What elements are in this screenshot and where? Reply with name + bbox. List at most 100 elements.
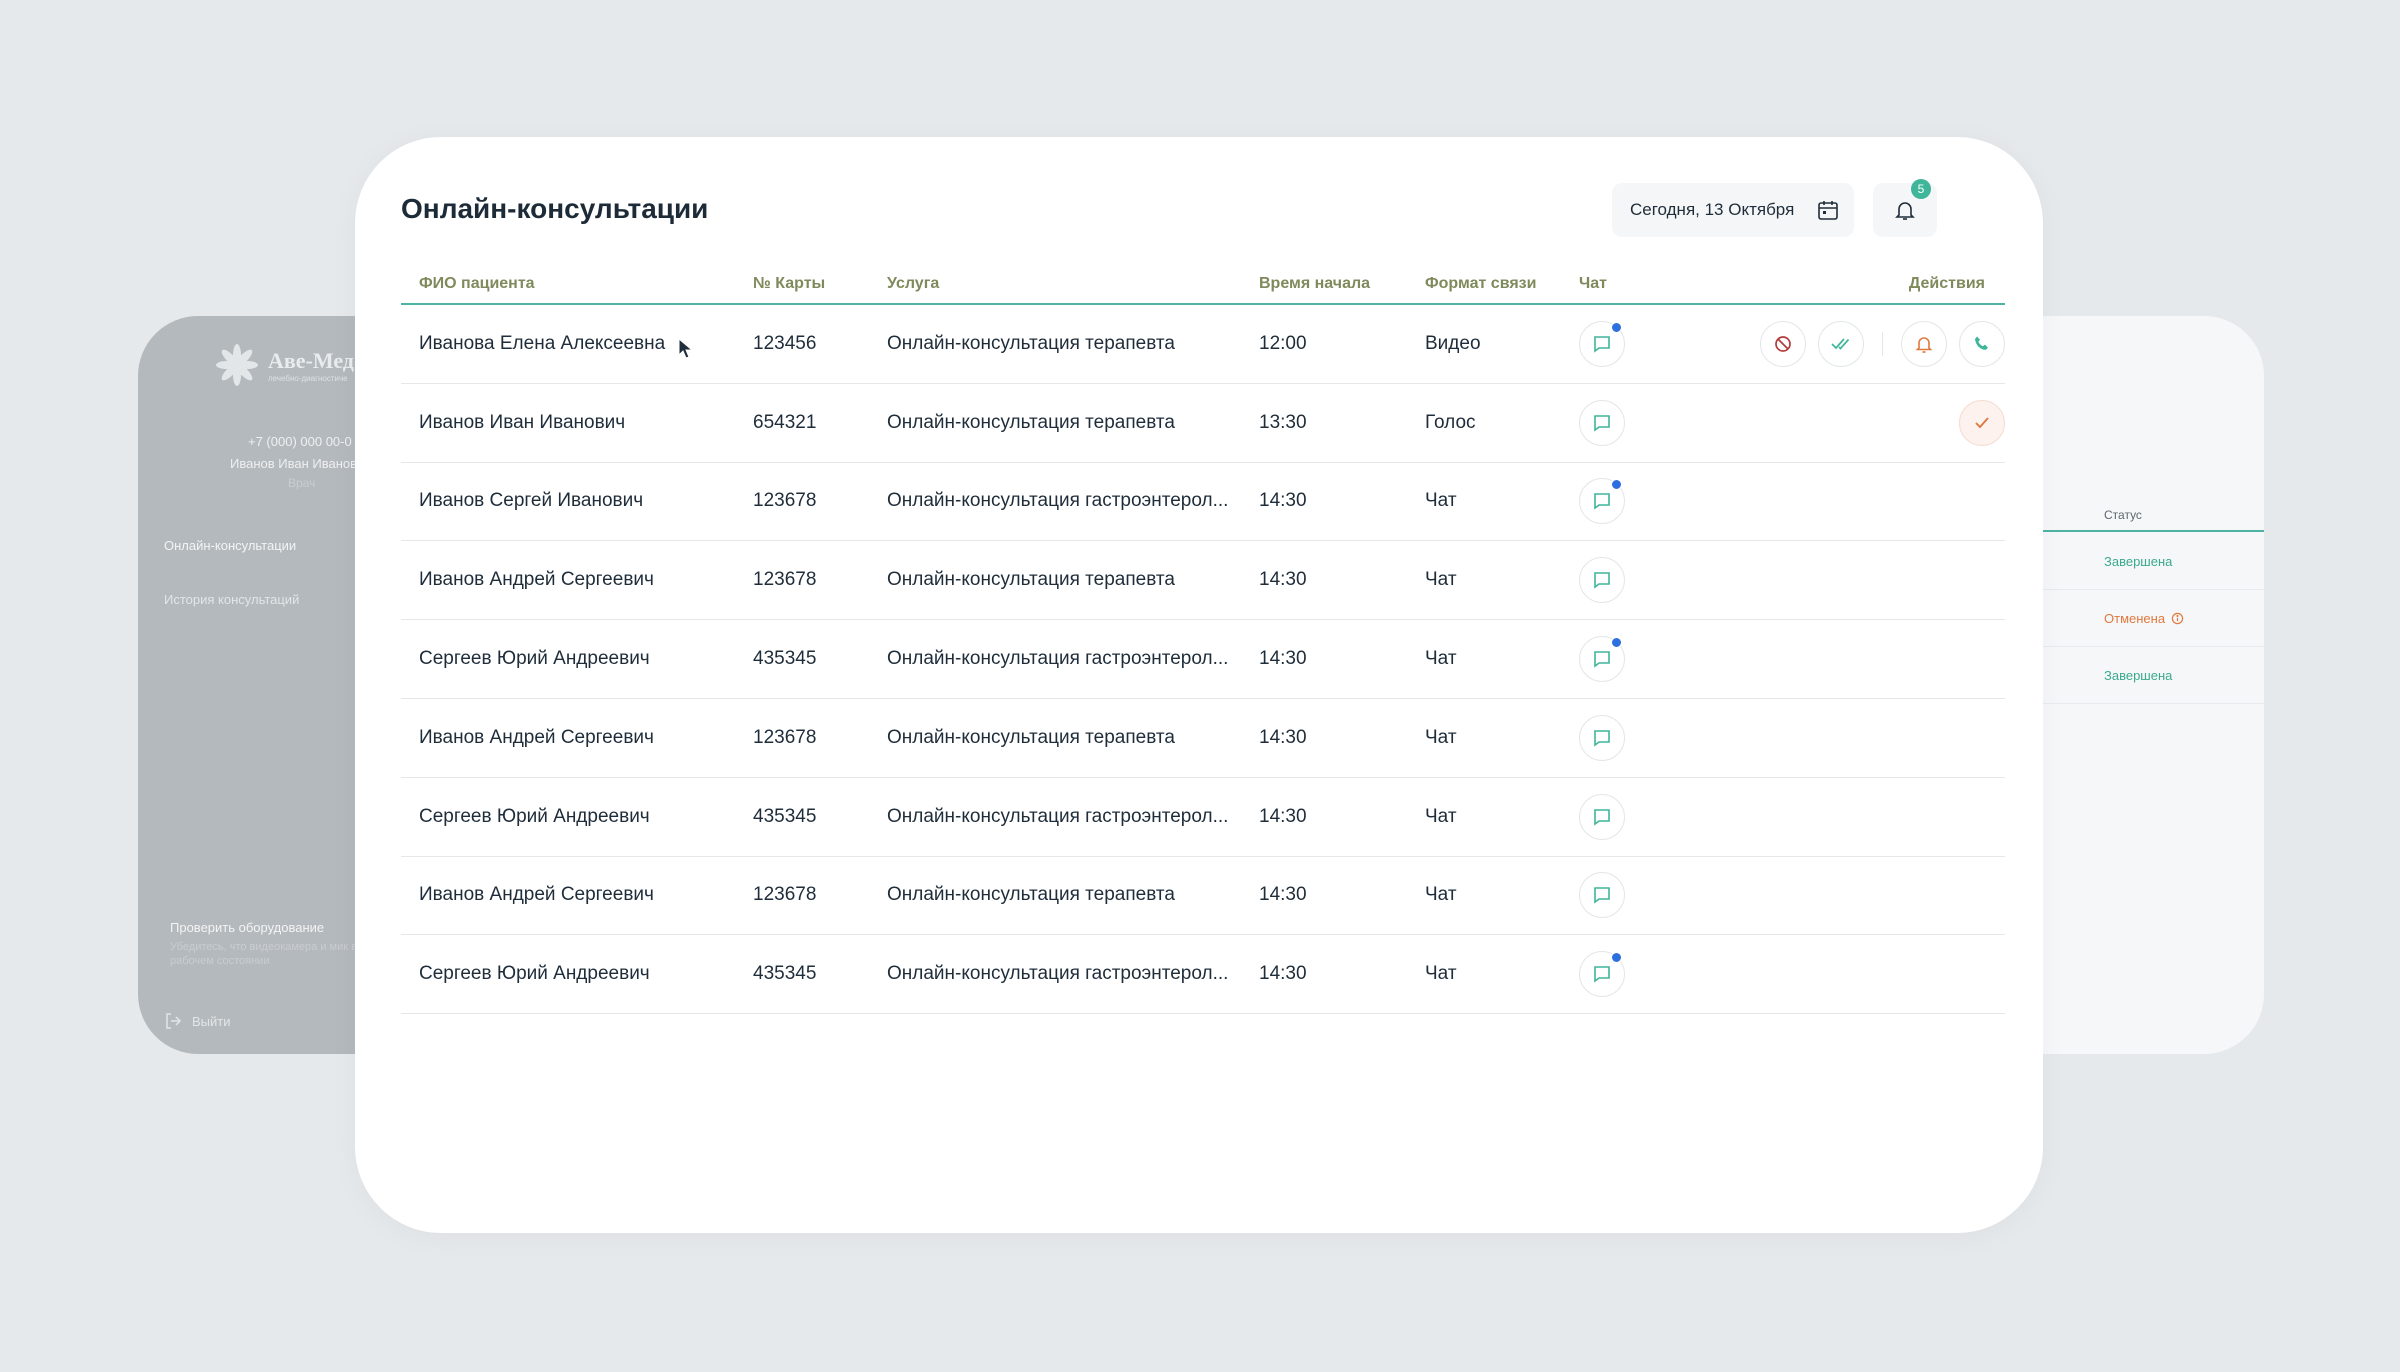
chat-icon — [1594, 651, 1610, 668]
column-header-service[interactable]: Услуга — [887, 275, 939, 293]
start-time: 14:30 — [1259, 726, 1307, 748]
check-equipment-link[interactable]: Проверить оборудование — [170, 920, 324, 935]
table-row[interactable]: Иванов Андрей Сергеевич 123678 Онлайн-ко… — [401, 699, 2005, 778]
table-row[interactable]: Иванов Андрей Сергеевич 123678 Онлайн-ко… — [401, 541, 2005, 621]
open-chat-button[interactable] — [1579, 793, 1625, 840]
start-time: 14:30 — [1259, 963, 1307, 985]
column-header-name[interactable]: ФИО пациента — [419, 275, 535, 293]
service-name: Онлайн-консультация гастроэнтерол... — [887, 490, 1229, 512]
bell-icon — [1895, 202, 1915, 220]
service-name: Онлайн-консультация терапевта — [887, 569, 1175, 591]
start-time: 14:30 — [1259, 490, 1307, 512]
open-chat-button[interactable] — [1579, 872, 1625, 919]
chat-icon — [1594, 493, 1610, 511]
chat-cell — [1579, 463, 1625, 541]
column-header-time[interactable]: Время начала — [1259, 275, 1370, 293]
logo: Аве-Мед лечебно-диагностиче — [214, 342, 354, 388]
cancel-consultation-button[interactable] — [1760, 320, 1806, 367]
ban-icon — [1775, 336, 1791, 352]
chat-cell — [1579, 935, 1625, 1013]
communication-format: Чат — [1425, 490, 1457, 512]
notifications-button[interactable]: 5 — [1873, 179, 1937, 237]
patient-name: Иванов Андрей Сергеевич — [419, 726, 654, 748]
start-time: 14:30 — [1259, 569, 1307, 591]
status-header-divider — [2020, 530, 2264, 532]
call-patient-button[interactable] — [1959, 320, 2005, 367]
service-name: Онлайн-консультация терапевта — [887, 726, 1175, 748]
card-number: 123678 — [753, 490, 817, 512]
mark-complete-button[interactable] — [1959, 399, 2005, 446]
open-chat-button[interactable] — [1579, 478, 1625, 525]
chat-cell — [1579, 778, 1625, 856]
chat-cell — [1579, 620, 1625, 698]
table-row[interactable]: Иванов Андрей Сергеевич 123678 Онлайн-ко… — [401, 857, 2005, 936]
start-time: 14:30 — [1259, 884, 1307, 906]
table-header: ФИО пациента № Карты Услуга Время начала… — [401, 265, 2005, 305]
open-chat-button[interactable] — [1579, 320, 1625, 367]
patient-name: Иванова Елена Алексеевна — [419, 332, 666, 354]
info-icon[interactable] — [2171, 612, 2184, 625]
status-label: Отменена — [2104, 610, 2166, 626]
date-picker-button[interactable]: Сегодня, 13 Октября — [1612, 183, 1854, 237]
communication-format: Голос — [1425, 411, 1476, 433]
open-chat-button[interactable] — [1579, 557, 1625, 604]
status-column-header: Статус — [2104, 508, 2142, 522]
table-row[interactable]: Иванов Сергей Иванович 123678 Онлайн-кон… — [401, 463, 2005, 542]
app-frame: Аве-Мед лечебно-диагностиче +7 (000) 000… — [0, 0, 2400, 1372]
chat-icon — [1594, 336, 1610, 353]
card-number: 123456 — [753, 332, 817, 354]
card-number: 654321 — [753, 411, 817, 433]
card-number: 435345 — [753, 648, 817, 670]
flower-logo-icon — [216, 344, 258, 386]
sidebar-item-consultation-history[interactable]: История консультаций — [164, 592, 299, 607]
column-header-card[interactable]: № Карты — [753, 275, 825, 293]
status-row: Отменена — [2020, 590, 2264, 647]
consultations-table: ФИО пациента № Карты Услуга Время начала… — [401, 265, 2005, 1015]
open-chat-button[interactable] — [1579, 951, 1625, 998]
page-title: Онлайн-консультации — [401, 193, 709, 224]
sidebar-item-online-consultations[interactable]: Онлайн-консультации — [164, 538, 296, 553]
logout-label: Выйти — [192, 1013, 231, 1029]
table-row[interactable]: Иванов Иван Иванович 654321 Онлайн-консу… — [401, 384, 2005, 463]
patient-name: Иванов Сергей Иванович — [419, 490, 644, 512]
service-name: Онлайн-консультация терапевта — [887, 332, 1175, 354]
open-chat-button[interactable] — [1579, 714, 1625, 761]
communication-format: Чат — [1425, 963, 1457, 985]
communication-format: Чат — [1425, 805, 1457, 827]
chat-icon — [1594, 808, 1610, 826]
chat-cell — [1579, 541, 1625, 619]
status-badge: Отменена — [2104, 611, 2184, 626]
communication-format: Чат — [1425, 569, 1457, 591]
communication-format: Чат — [1425, 648, 1457, 670]
patient-name: Иванов Иван Иванович — [419, 411, 626, 433]
chat-icon — [1594, 966, 1610, 983]
column-header-format[interactable]: Формат связи — [1425, 275, 1536, 293]
consultations-card: Онлайн-консультации Сегодня, 13 Октября … — [355, 137, 2043, 1233]
open-chat-button[interactable] — [1579, 399, 1625, 446]
unread-indicator — [1611, 637, 1622, 649]
table-row[interactable]: Сергеев Юрий Андреевич 435345 Онлайн-кон… — [401, 935, 2005, 1015]
card-number: 123678 — [753, 569, 817, 591]
unread-indicator — [1611, 321, 1622, 333]
column-header-chat: Чат — [1579, 275, 1607, 292]
chat-icon — [1594, 572, 1610, 589]
history-panel: Статус Завершена Отменена Завершена — [2020, 316, 2264, 1054]
doctor-role: Врач — [288, 476, 316, 490]
start-time: 14:30 — [1259, 805, 1307, 827]
table-row[interactable]: Иванова Елена Алексеевна 123456 Онлайн-к… — [401, 305, 2005, 384]
open-chat-button[interactable] — [1579, 636, 1625, 683]
notify-patient-button[interactable] — [1901, 320, 1947, 367]
table-row[interactable]: Сергеев Юрий Андреевич 435345 Онлайн-кон… — [401, 778, 2005, 857]
complete-consultation-button[interactable] — [1818, 320, 1864, 367]
date-label: Сегодня, 13 Октября — [1630, 200, 1795, 219]
phone-icon — [1975, 336, 1988, 350]
patient-name: Иванов Андрей Сергеевич — [419, 884, 654, 906]
communication-format: Видео — [1425, 332, 1481, 354]
card-number: 435345 — [753, 963, 817, 985]
actions-divider — [1882, 331, 1883, 356]
table-row[interactable]: Сергеев Юрий Андреевич 435345 Онлайн-кон… — [401, 620, 2005, 699]
card-number: 123678 — [753, 884, 817, 906]
logout-button[interactable]: Выйти — [164, 1012, 231, 1030]
card-number: 123678 — [753, 726, 817, 748]
chat-cell — [1579, 857, 1625, 935]
